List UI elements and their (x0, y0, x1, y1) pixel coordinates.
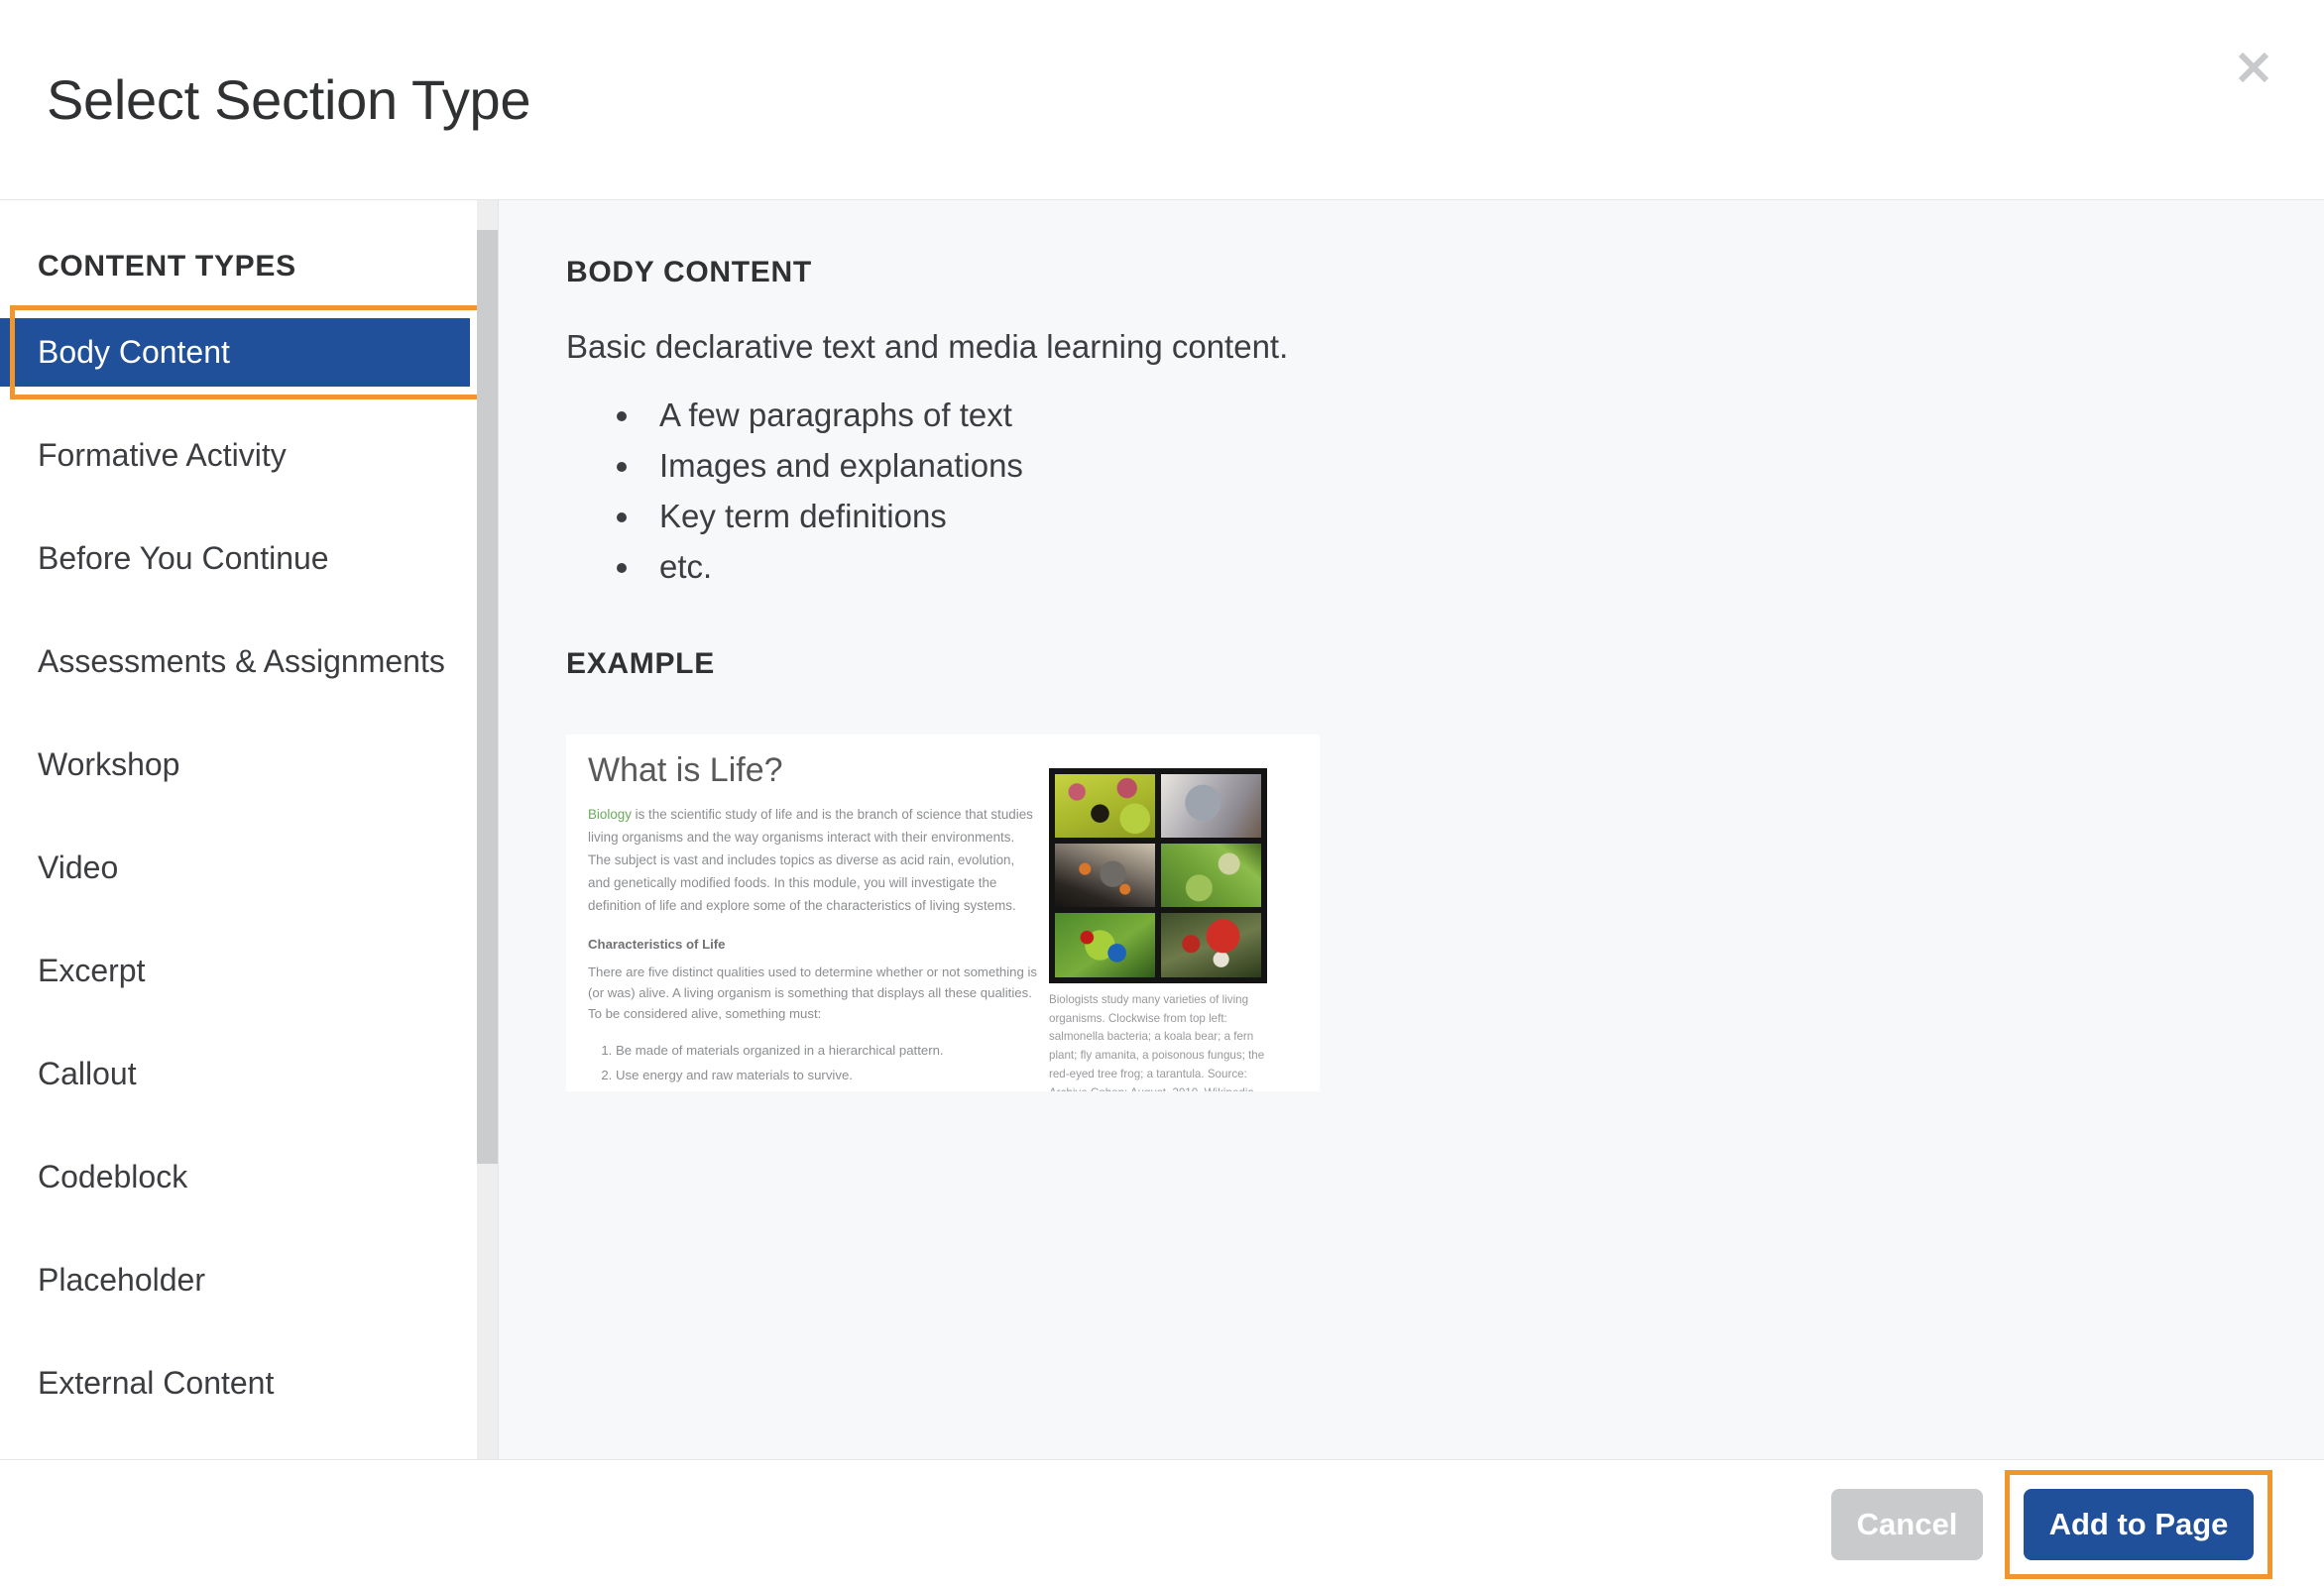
example-subheading: Characteristics of Life (588, 937, 726, 953)
sidebar-item-assessments-and-assignments[interactable]: Assessments & Assignments (0, 627, 470, 696)
cancel-button[interactable]: Cancel (1831, 1488, 1983, 1560)
sidebar-item-label: Assessments & Assignments (38, 643, 445, 679)
example-photo-grid (1049, 767, 1267, 983)
sidebar-heading: CONTENT TYPES (38, 250, 296, 283)
list-item: Key term definitions (643, 498, 2324, 535)
sidebar-item-label: Video (38, 850, 119, 885)
fern-plant-photo (1161, 844, 1261, 908)
sidebar-item-label: Codeblock (38, 1159, 188, 1194)
koala-bear-photo (1161, 773, 1261, 839)
example-photo-caption: Biologists study many varieties of livin… (1049, 992, 1265, 1091)
list-item: etc. (643, 548, 2324, 586)
content-type-list: Body Content Formative Activity Before Y… (0, 305, 498, 1418)
sidebar-item-external-content[interactable]: External Content (0, 1349, 470, 1418)
detail-description: Basic declarative text and media learnin… (566, 328, 1289, 365)
list-item: Be made of materials organized in a hier… (616, 1039, 1039, 1063)
dialog-footer: Cancel Add to Page (0, 1459, 2324, 1588)
red-eyed-tree-frog-photo (1055, 913, 1155, 977)
sidebar-item-label: Excerpt (38, 953, 146, 988)
select-section-type-dialog: Select Section Type CONTENT TYPES Body C… (0, 0, 2324, 1588)
list-item: A few paragraphs of text (643, 397, 2324, 434)
detail-bullet-list: A few paragraphs of text Images and expl… (643, 397, 2324, 586)
example-title: What is Life? (588, 750, 783, 789)
example-ordered-list: Be made of materials organized in a hier… (616, 1039, 1039, 1087)
sidebar-item-label: Before You Continue (38, 540, 329, 576)
sidebar-item-workshop[interactable]: Workshop (0, 731, 470, 799)
sidebar-item-before-you-continue[interactable]: Before You Continue (0, 524, 470, 593)
example-paragraph: Biology is the scientific study of life … (588, 803, 1039, 917)
sidebar-item-video[interactable]: Video (0, 834, 470, 902)
example-heading: EXAMPLE (566, 646, 715, 680)
example-text-column: What is Life? Biology is the scientific … (588, 750, 1049, 1091)
dialog-header: Select Section Type (0, 0, 2324, 200)
fly-amanita-mushroom-photo (1161, 913, 1261, 977)
primary-button-highlight-ring: Add to Page (2005, 1469, 2272, 1579)
sidebar-item-callout[interactable]: Callout (0, 1040, 470, 1108)
sidebar-item-body-content[interactable]: Body Content (0, 305, 498, 399)
example-paragraph-2: There are five distinct qualities used t… (588, 964, 1038, 1022)
add-to-page-button[interactable]: Add to Page (2024, 1488, 2254, 1560)
content-type-detail-pane: BODY CONTENT Basic declarative text and … (499, 200, 2324, 1459)
sidebar-scrollbar-thumb[interactable] (477, 230, 498, 1164)
sidebar-item-label: Callout (38, 1056, 137, 1091)
detail-heading: BODY CONTENT (566, 256, 812, 288)
close-icon[interactable] (2228, 42, 2279, 93)
list-item: Use energy and raw materials to survive. (616, 1064, 1039, 1087)
tarantula-photo (1055, 844, 1155, 908)
sidebar-item-codeblock[interactable]: Codeblock (0, 1143, 470, 1211)
sidebar-item-label: Formative Activity (38, 437, 287, 473)
example-preview-card: What is Life? Biology is the scientific … (566, 734, 1320, 1091)
example-paragraph-text: is the scientific study of life and is t… (588, 807, 1033, 914)
dialog-body: CONTENT TYPES Body Content Formative Act… (0, 200, 2324, 1459)
example-keyword: Biology (588, 807, 632, 823)
page-title: Select Section Type (47, 67, 531, 131)
sidebar-item-placeholder[interactable]: Placeholder (0, 1246, 470, 1314)
example-media-column: Biologists study many varieties of livin… (1049, 752, 1306, 1091)
salmonella-bacteria-photo (1055, 773, 1155, 839)
sidebar-item-label: Placeholder (38, 1262, 205, 1298)
content-types-sidebar: CONTENT TYPES Body Content Formative Act… (0, 200, 499, 1459)
sidebar-item-excerpt[interactable]: Excerpt (0, 937, 470, 1005)
list-item: Images and explanations (643, 447, 2324, 485)
sidebar-item-label: Body Content (38, 334, 230, 370)
sidebar-item-formative-activity[interactable]: Formative Activity (0, 421, 470, 490)
sidebar-item-label: Workshop (38, 746, 180, 782)
sidebar-item-label: External Content (38, 1365, 275, 1401)
